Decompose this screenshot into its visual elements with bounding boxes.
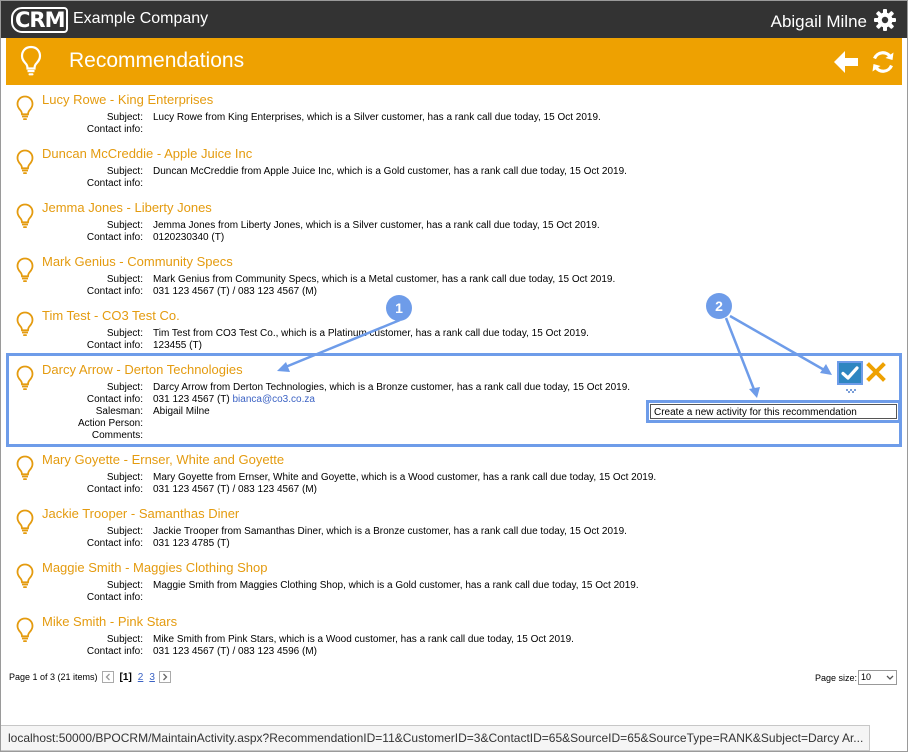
recommendation-title[interactable]: Lucy Rowe - King Enterprises	[42, 92, 213, 107]
subject-value: Tim Test from CO3 Test Co., which is a P…	[153, 328, 589, 339]
previous-page-button[interactable]	[101, 671, 114, 683]
subject-value: Jackie Trooper from Samanthas Diner, whi…	[153, 526, 627, 537]
subject-label: Subject:	[106, 580, 143, 591]
refresh-icon[interactable]	[870, 49, 896, 75]
recommendation-title[interactable]: Jemma Jones - Liberty Jones	[42, 200, 212, 215]
subject-label: Subject:	[106, 220, 143, 231]
subject-value: Lucy Rowe from King Enterprises, which i…	[153, 112, 601, 123]
contact-label: Contact info:	[86, 178, 143, 189]
subject-value: Mary Goyette from Ernser, White and Goye…	[153, 472, 657, 483]
status-bar-url: localhost:50000/BPOCRM/MaintainActivity.…	[1, 725, 870, 751]
contact-label: Contact info:	[86, 286, 143, 297]
back-arrow-icon[interactable]	[832, 49, 860, 75]
contact-value: 031 123 4567 (T) / 083 123 4596 (M)	[153, 646, 317, 657]
subject-value: Mark Genius from Community Specs, which …	[153, 274, 616, 285]
next-page-button[interactable]	[158, 671, 171, 683]
contact-label: Contact info:	[86, 340, 143, 351]
subject-value: Mike Smith from Pink Stars, which is a W…	[153, 634, 574, 645]
page-title: Recommendations	[69, 49, 245, 72]
lightbulb-icon	[20, 45, 42, 76]
contact-label: Contact info:	[86, 232, 143, 243]
grip-icon	[846, 389, 856, 393]
page-3-link[interactable]: 3	[149, 672, 155, 683]
recommendation-title[interactable]: Maggie Smith - Maggies Clothing Shop	[42, 560, 267, 575]
page-size-label: Page size:	[815, 673, 858, 683]
recommendation-title[interactable]: Mark Genius - Community Specs	[42, 254, 233, 269]
tooltip: Create a new activity for this recommend…	[646, 400, 901, 423]
checkmark-icon	[841, 366, 859, 380]
tooltip-text: Create a new activity for this recommend…	[650, 404, 897, 419]
logo-text: CRM	[11, 7, 69, 33]
user-name[interactable]: Abigail Milne	[771, 12, 867, 32]
contact-label: Contact info:	[86, 538, 143, 549]
subject-label: Subject:	[106, 526, 143, 537]
pager: Page 1 of 3 (21 items) [1] 2 3	[9, 670, 171, 684]
chevron-right-icon	[162, 673, 168, 681]
page-size-value: 10	[861, 672, 872, 682]
contact-value: 031 123 4567 (T) / 083 123 4567 (M)	[153, 286, 317, 297]
gear-icon[interactable]	[873, 8, 897, 32]
subject-value: Duncan McCreddie from Apple Juice Inc, w…	[153, 166, 627, 177]
current-page: [1]	[119, 671, 132, 683]
subject-label: Subject:	[106, 274, 143, 285]
subject-label: Subject:	[106, 634, 143, 645]
contact-value: 123455 (T)	[153, 340, 202, 351]
subject-label: Subject:	[106, 328, 143, 339]
chevron-left-icon	[105, 673, 110, 681]
contact-value: 031 123 4785 (T)	[153, 538, 230, 549]
dismiss-recommendation-icon[interactable]	[866, 362, 886, 382]
company-name: Example Company	[73, 10, 209, 27]
subject-value: Jemma Jones from Liberty Jones, which is…	[153, 220, 600, 231]
title-bar: Recommendations	[6, 38, 902, 85]
callout-badge-1: 1	[386, 295, 412, 321]
subject-label: Subject:	[106, 472, 143, 483]
subject-label: Subject:	[106, 112, 143, 123]
page-2-link[interactable]: 2	[138, 672, 144, 683]
subject-label: Subject:	[106, 166, 143, 177]
contact-label: Contact info:	[86, 646, 143, 657]
crm-logo: CRM	[11, 7, 69, 33]
subject-value: Maggie Smith from Maggies Clothing Shop,…	[153, 580, 639, 591]
contact-value: 0120230340 (T)	[153, 232, 225, 243]
recommendation-title[interactable]: Mary Goyette - Ernser, White and Goyette	[42, 452, 284, 467]
recommendation-title[interactable]: Tim Test - CO3 Test Co.	[42, 308, 180, 323]
accept-recommendation-button[interactable]	[837, 361, 863, 385]
chevron-down-icon	[886, 675, 894, 680]
recommendation-title[interactable]: Jackie Trooper - Samanthas Diner	[42, 506, 239, 521]
recommendation-title[interactable]: Duncan McCreddie - Apple Juice Inc	[42, 146, 252, 161]
contact-value: 031 123 4567 (T) / 083 123 4567 (M)	[153, 484, 317, 495]
page-size-select[interactable]: 10	[858, 670, 897, 685]
contact-label: Contact info:	[86, 592, 143, 603]
callout-badge-2: 2	[706, 293, 732, 319]
contact-label: Contact info:	[86, 484, 143, 495]
pager-summary: Page 1 of 3 (21 items)	[9, 672, 98, 682]
contact-label: Contact info:	[86, 124, 143, 135]
top-bar: CRM Example Company Abigail Milne	[1, 1, 907, 38]
recommendation-title[interactable]: Mike Smith - Pink Stars	[42, 614, 177, 629]
